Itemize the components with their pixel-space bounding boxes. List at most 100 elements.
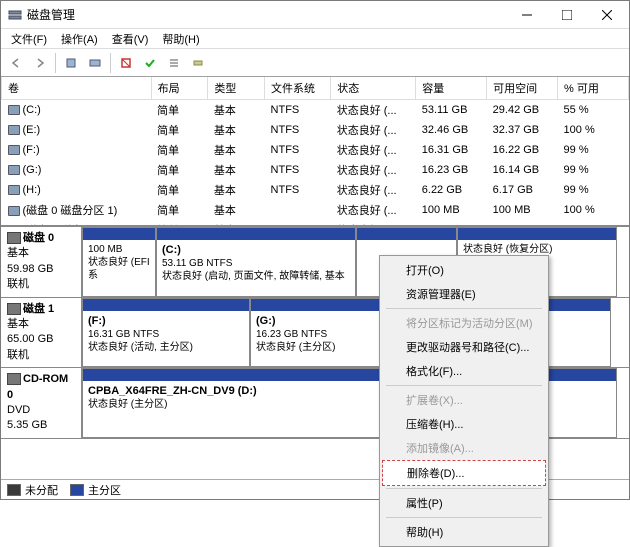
volume-table: 卷布局类型文件系统状态容量可用空间% 可用 (C:)简单基本NTFS状态良好 (…: [1, 77, 629, 227]
maximize-button[interactable]: [547, 1, 587, 29]
titlebar: 磁盘管理: [1, 1, 629, 29]
disk-icon: [7, 232, 21, 244]
table-cell: 53.11 GB: [416, 100, 487, 121]
table-cell: 简单: [151, 180, 208, 200]
partition[interactable]: 100 MB状态良好 (EFI 系: [82, 227, 156, 297]
table-cell: 16.14 GB: [487, 160, 558, 180]
tb-btn-list[interactable]: [163, 52, 185, 74]
table-cell: [265, 200, 331, 220]
table-cell: 简单: [151, 100, 208, 121]
table-row[interactable]: (E:)简单基本NTFS状态良好 (...32.46 GB32.37 GB100…: [2, 120, 629, 140]
table-row[interactable]: (磁盘 0 磁盘分区 1)简单基本状态良好 (...100 MB100 MB10…: [2, 200, 629, 220]
table-cell: (磁盘 0 磁盘分区 4): [2, 220, 152, 227]
menu-file[interactable]: 文件(F): [5, 29, 53, 49]
legend-swatch: [70, 484, 84, 496]
table-cell: 100 MB: [416, 200, 487, 220]
table-cell: (F:): [2, 140, 152, 160]
table-row[interactable]: (C:)简单基本NTFS状态良好 (...53.11 GB29.42 GB55 …: [2, 100, 629, 121]
legend-primary: 主分区: [70, 482, 121, 498]
table-cell: NTFS: [265, 180, 331, 200]
table-cell: 基本: [208, 220, 265, 227]
col-header[interactable]: 文件系统: [265, 77, 331, 100]
context-menu-item[interactable]: 资源管理器(E): [382, 282, 546, 306]
col-header[interactable]: 状态: [331, 77, 416, 100]
table-cell: 基本: [208, 100, 265, 121]
col-header[interactable]: 卷: [2, 77, 152, 100]
table-cell: 状态良好 (...: [331, 180, 416, 200]
volume-icon: [8, 185, 20, 195]
tb-btn-check[interactable]: [139, 52, 161, 74]
col-header[interactable]: 容量: [416, 77, 487, 100]
disk-icon: [7, 303, 21, 315]
table-cell: 55 %: [558, 100, 629, 121]
context-menu-item[interactable]: 帮助(H): [382, 520, 546, 544]
partition-body: (F:)16.31 GB NTFS状态良好 (活动, 主分区): [83, 311, 249, 367]
volume-icon: [8, 125, 20, 135]
table-cell: 99 %: [558, 180, 629, 200]
table-cell: 99 %: [558, 160, 629, 180]
table-cell: 状态良好 (...: [331, 220, 416, 227]
legend-label: 未分配: [25, 482, 58, 498]
table-row[interactable]: (H:)简单基本NTFS状态良好 (...6.22 GB6.17 GB99 %: [2, 180, 629, 200]
back-button[interactable]: [5, 52, 27, 74]
menu-separator: [386, 488, 542, 489]
col-header[interactable]: 类型: [208, 77, 265, 100]
col-header[interactable]: % 可用: [558, 77, 629, 100]
tb-btn-disk[interactable]: [187, 52, 209, 74]
legend-swatch: [7, 484, 21, 496]
toolbar: [1, 49, 629, 77]
app-icon: [7, 7, 23, 23]
window-title: 磁盘管理: [27, 6, 507, 23]
table-cell: 简单: [151, 220, 208, 227]
partition[interactable]: (C:)53.11 GB NTFS状态良好 (启动, 页面文件, 故障转储, 基…: [156, 227, 356, 297]
table-cell: 100 %: [558, 120, 629, 140]
volume-icon: [8, 105, 20, 115]
context-menu-item: 将分区标记为活动分区(M): [382, 311, 546, 335]
context-menu-item[interactable]: 属性(P): [382, 491, 546, 515]
context-menu-item[interactable]: 打开(O): [382, 258, 546, 282]
table-cell: 状态良好 (...: [331, 200, 416, 220]
close-button[interactable]: [587, 1, 627, 29]
table-cell: 基本: [208, 200, 265, 220]
table-cell: 基本: [208, 180, 265, 200]
volume-icon: [8, 165, 20, 175]
table-row[interactable]: (G:)简单基本NTFS状态良好 (...16.23 GB16.14 GB99 …: [2, 160, 629, 180]
menu-help[interactable]: 帮助(H): [156, 29, 205, 49]
disk-icon: [7, 373, 21, 385]
table-cell: (E:): [2, 120, 152, 140]
table-cell: 简单: [151, 140, 208, 160]
disk-label[interactable]: CD-ROM 0DVD5.35 GB: [1, 368, 82, 438]
partition-bar: [458, 228, 616, 240]
forward-button[interactable]: [29, 52, 51, 74]
context-menu-item[interactable]: 压缩卷(H)...: [382, 412, 546, 436]
minimize-button[interactable]: [507, 1, 547, 29]
table-row[interactable]: (F:)简单基本NTFS状态良好 (...16.31 GB16.22 GB99 …: [2, 140, 629, 160]
table-cell: 简单: [151, 120, 208, 140]
table-row[interactable]: (磁盘 0 磁盘分区 4)简单基本状态良好 (...571 MB571 MB10…: [2, 220, 629, 227]
partition[interactable]: (F:)16.31 GB NTFS状态良好 (活动, 主分区): [82, 298, 250, 368]
col-header[interactable]: 布局: [151, 77, 208, 100]
volume-icon: [8, 206, 20, 216]
table-cell: 简单: [151, 160, 208, 180]
menu-action[interactable]: 操作(A): [55, 29, 104, 49]
disk-label[interactable]: 磁盘 0基本59.98 GB联机: [1, 227, 82, 297]
volume-icon: [8, 145, 20, 155]
context-menu-item[interactable]: 删除卷(D)...: [382, 460, 546, 486]
disk-label[interactable]: 磁盘 1基本65.00 GB联机: [1, 298, 82, 368]
refresh-button[interactable]: [115, 52, 137, 74]
context-menu-item[interactable]: 格式化(F)...: [382, 359, 546, 383]
table-cell: 基本: [208, 160, 265, 180]
tb-btn-2[interactable]: [84, 52, 106, 74]
table-cell: 6.22 GB: [416, 180, 487, 200]
menubar: 文件(F) 操作(A) 查看(V) 帮助(H): [1, 29, 629, 49]
col-header[interactable]: 可用空间: [487, 77, 558, 100]
tb-btn-1[interactable]: [60, 52, 82, 74]
table-cell: 571 MB: [416, 220, 487, 227]
table-cell: NTFS: [265, 120, 331, 140]
table-cell: NTFS: [265, 140, 331, 160]
table-cell: 100 %: [558, 200, 629, 220]
table-cell: 32.46 GB: [416, 120, 487, 140]
legend-label: 主分区: [88, 482, 121, 498]
menu-view[interactable]: 查看(V): [106, 29, 155, 49]
context-menu-item[interactable]: 更改驱动器号和路径(C)...: [382, 335, 546, 359]
